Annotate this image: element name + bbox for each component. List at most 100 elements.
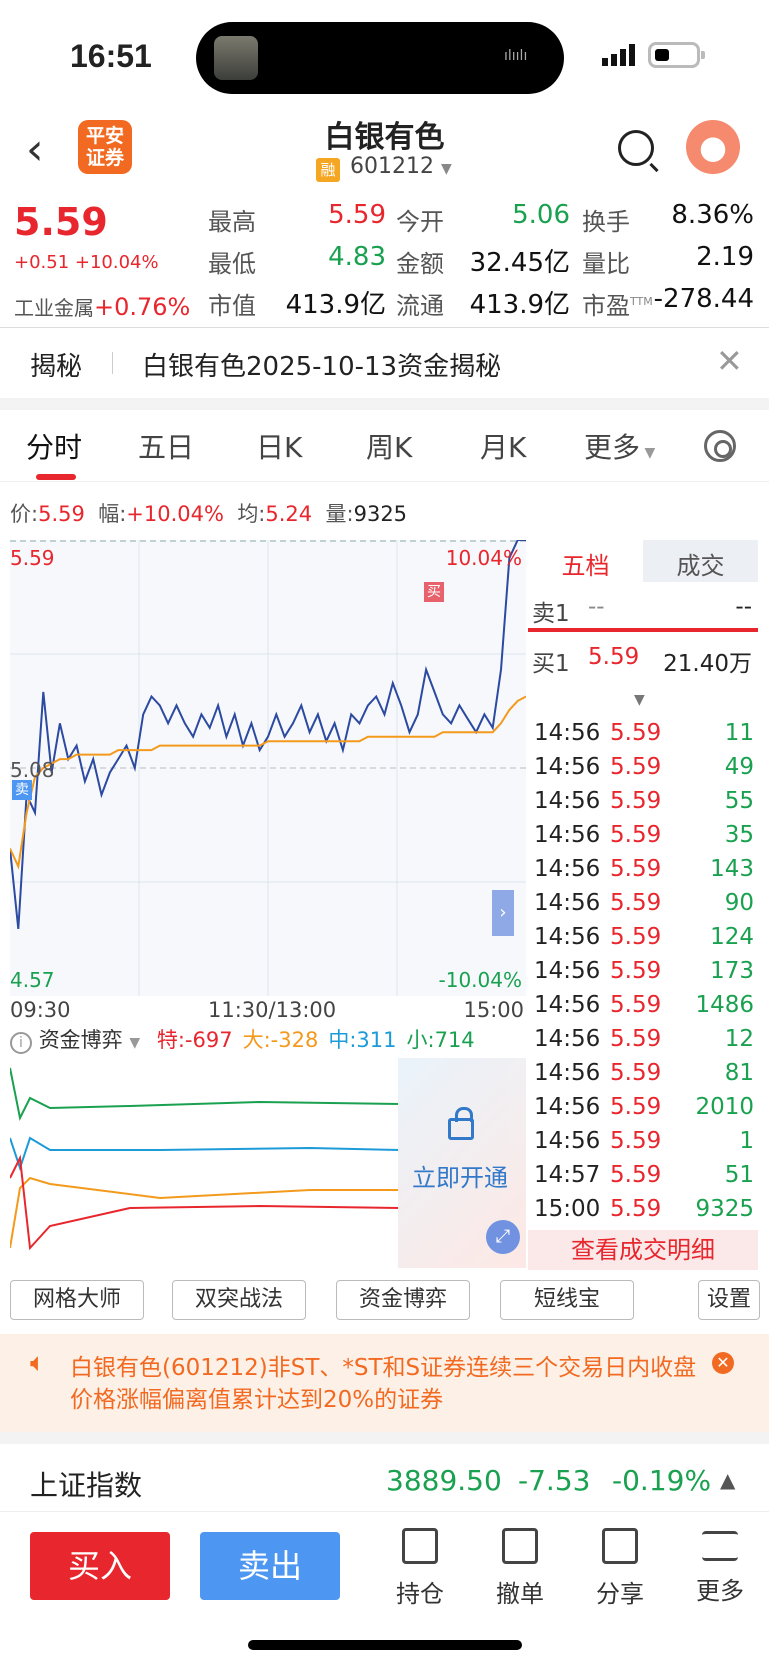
dropdown-triangle-icon: ▼	[440, 161, 452, 177]
trade-cell: 11	[724, 720, 754, 746]
double-breakout-button[interactable]: 双突战法	[172, 1280, 306, 1320]
trade-cell: 1486	[695, 992, 754, 1018]
sell-level-1: 卖1 -- --	[532, 594, 752, 627]
unlock-overlay[interactable]: 立即开通 ⤢	[398, 1058, 526, 1268]
fund-reveal-banner[interactable]: 揭秘 白银有色2025-10-13资金揭秘 ✕	[0, 330, 769, 398]
expand-caret-icon[interactable]: ▼	[634, 692, 645, 708]
sell-button[interactable]: 卖出	[200, 1532, 340, 1600]
share-button[interactable]: 分享	[580, 1528, 660, 1609]
quote-value: 5.59	[328, 200, 386, 230]
chevron-up-icon[interactable]: ▲	[720, 1468, 735, 1492]
tab-intraday[interactable]: 分时	[26, 426, 82, 466]
grid-master-button[interactable]: 网格大师	[10, 1280, 144, 1320]
more-button[interactable]: 更多	[680, 1528, 760, 1606]
quote-label: 换手	[582, 208, 630, 236]
intraday-chart[interactable]: 5.59 5.08 4.57 10.04% -10.04% 卖 买 ›	[10, 540, 526, 996]
trade-cell: 14:56	[534, 720, 601, 746]
trade-cell: 55	[724, 788, 754, 814]
capital-flow-value: 大:-328	[242, 1028, 319, 1052]
quote-label: 市值	[208, 292, 256, 320]
trade-cell: 14:56	[534, 1060, 601, 1086]
pct-tick-low: -10.04%	[438, 968, 522, 992]
tab-monthly-k[interactable]: 月K	[480, 426, 526, 466]
trade-cell: 5.59	[610, 890, 662, 916]
short-term-button[interactable]: 短线宝	[500, 1280, 634, 1320]
close-icon[interactable]: ✕	[716, 342, 743, 380]
quote-label: 流通	[396, 292, 444, 320]
battery-icon	[648, 42, 705, 68]
capital-game-header[interactable]: i 资金博弈 ▼ 特:-697 大:-328 中:311 小:714	[10, 1024, 526, 1058]
trade-cell: 5.59	[610, 924, 662, 950]
stock-header: ‹ 平安 证券 白银有色 融 601212 ▼	[0, 110, 769, 190]
info-icon[interactable]: i	[10, 1032, 32, 1054]
buy-marker[interactable]: 买	[424, 582, 444, 602]
y-tick-mid: 5.08	[10, 758, 55, 782]
lock-icon	[448, 1107, 474, 1140]
order-book-panel: 五档 成交 卖1 -- -- 买1 5.59 21.40万 ▼ 14:56 5.5…	[528, 540, 758, 1270]
trade-cell: 124	[710, 924, 754, 950]
status-bar: 16:51 ılıılı	[0, 0, 769, 110]
quote-label: 市盈TTM	[582, 292, 653, 320]
home-indicator	[248, 1640, 522, 1650]
positions-button[interactable]: 持仓	[380, 1528, 460, 1609]
side-tabs: 五档 成交	[528, 540, 758, 582]
trade-cell: 1	[739, 1128, 754, 1154]
close-icon[interactable]: ✕	[712, 1352, 734, 1374]
avatar[interactable]	[686, 120, 740, 174]
undo-icon	[502, 1528, 538, 1564]
tab-weekly-k[interactable]: 周K	[366, 426, 412, 466]
price-change: +0.51 +10.04%	[14, 252, 159, 273]
audio-wave-icon: ılıılı	[504, 48, 528, 64]
tab-five-levels[interactable]: 五档	[528, 540, 643, 582]
search-icon[interactable]	[618, 130, 654, 166]
capital-flow-line	[10, 1136, 401, 1172]
view-trade-details-button[interactable]: 查看成交明细	[528, 1230, 758, 1270]
trade-cell: 15:00	[534, 1196, 601, 1222]
pct-tick-high: 10.04%	[445, 546, 522, 570]
capital-flow-value: 中:311	[328, 1028, 397, 1052]
trade-cell: 12	[724, 1026, 754, 1052]
trade-cell: 14:57	[534, 1162, 601, 1188]
gear-icon[interactable]	[704, 430, 736, 462]
settings-button[interactable]: 设置	[698, 1280, 760, 1320]
divider	[0, 398, 769, 410]
tab-daily-k[interactable]: 日K	[256, 426, 302, 466]
quote-label: 最高	[208, 208, 256, 236]
tab-trades[interactable]: 成交	[643, 546, 758, 581]
capital-flow-line	[10, 1176, 400, 1249]
trade-cell: 14:56	[534, 992, 601, 1018]
trade-cell: 14:56	[534, 924, 601, 950]
trade-cell: 51	[724, 1162, 754, 1188]
signal-icon	[602, 44, 635, 66]
trade-cell: 14:56	[534, 1094, 601, 1120]
risk-notice: 🔈︎ 白银有色(601212)非ST、*ST和S证券连续三个交易日内收盘价格涨幅…	[0, 1334, 769, 1432]
quote-label: 最低	[208, 250, 256, 278]
cancel-order-button[interactable]: 撤单	[480, 1528, 560, 1609]
quote-value: 413.9亿	[469, 290, 570, 320]
quote-label: 量比	[582, 250, 630, 278]
sell-marker[interactable]: 卖	[12, 780, 32, 800]
tab-more[interactable]: 更多 ▼	[584, 426, 655, 466]
trade-row: 14:56 5.59 35	[532, 822, 754, 856]
quote-value: 5.06	[512, 200, 570, 230]
trade-cell: 5.59	[610, 1128, 662, 1154]
tab-five-day[interactable]: 五日	[138, 426, 194, 466]
buy-button[interactable]: 买入	[30, 1532, 170, 1600]
quote-value: 413.9亿	[285, 290, 386, 320]
trade-cell: 2010	[695, 1094, 754, 1120]
chart-tabs: 分时 五日 日K 周K 月K 更多 ▼	[0, 410, 769, 482]
chevron-right-icon[interactable]: ›	[492, 890, 514, 936]
capital-game-button[interactable]: 资金博弈	[336, 1280, 470, 1320]
trade-row: 14:56 5.59 143	[532, 856, 754, 890]
sector-link[interactable]: 工业金属+0.76%	[14, 292, 190, 321]
trade-cell: 173	[710, 958, 754, 984]
index-ticker[interactable]: 上证指数 3889.50 -7.53 -0.19% ▲	[0, 1444, 769, 1512]
time-axis: 09:30 11:30/13:00 15:00	[10, 998, 526, 1022]
trade-cell: 143	[710, 856, 754, 882]
trade-cell: 5.59	[610, 958, 662, 984]
stock-code-selector[interactable]: 601212 ▼	[350, 154, 452, 179]
expand-icon[interactable]: ⤢	[486, 1220, 520, 1254]
quote-value: 8.36%	[671, 200, 754, 230]
trade-cell: 5.59	[610, 1196, 662, 1222]
trade-row: 14:56 5.59 55	[532, 788, 754, 822]
